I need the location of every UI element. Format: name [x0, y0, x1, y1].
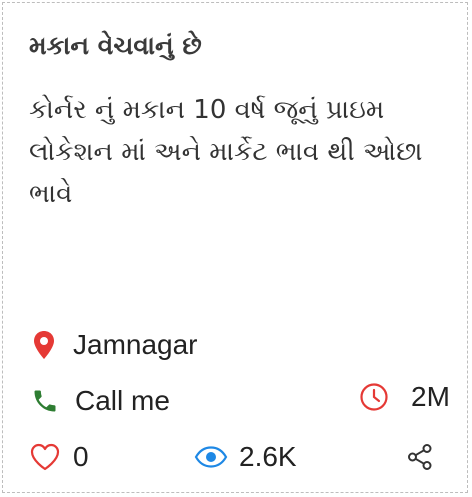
listing-description: કોર્નર નું મકાન 10 વર્ષ જૂનું પ્રાઇમ લોક…: [29, 95, 423, 209]
location-pin-icon: [29, 330, 59, 360]
eye-icon: [193, 446, 229, 468]
posted-time-text: 2M: [411, 381, 450, 412]
call-label: Call me: [75, 385, 170, 416]
views-counter: 2.6K: [193, 441, 297, 473]
share-icon: [405, 443, 435, 471]
location-text: Jamnagar: [73, 329, 198, 360]
views-count: 2.6K: [239, 441, 297, 472]
call-button[interactable]: Call me: [29, 385, 170, 417]
posted-time: 2M: [359, 381, 450, 413]
likes-count: 0: [73, 441, 89, 472]
like-button[interactable]: 0: [29, 441, 89, 473]
listing-card[interactable]: મકાન વેચવાનું છે કોર્નર નું મકાન 10 વર્ષ…: [2, 2, 468, 493]
phone-icon: [29, 387, 61, 415]
clock-icon: [359, 382, 389, 412]
listing-title: મકાન વેચવાનું છે: [29, 31, 202, 60]
heart-icon: [29, 443, 61, 471]
share-button[interactable]: [405, 443, 435, 471]
location-row: Jamnagar: [29, 329, 198, 361]
